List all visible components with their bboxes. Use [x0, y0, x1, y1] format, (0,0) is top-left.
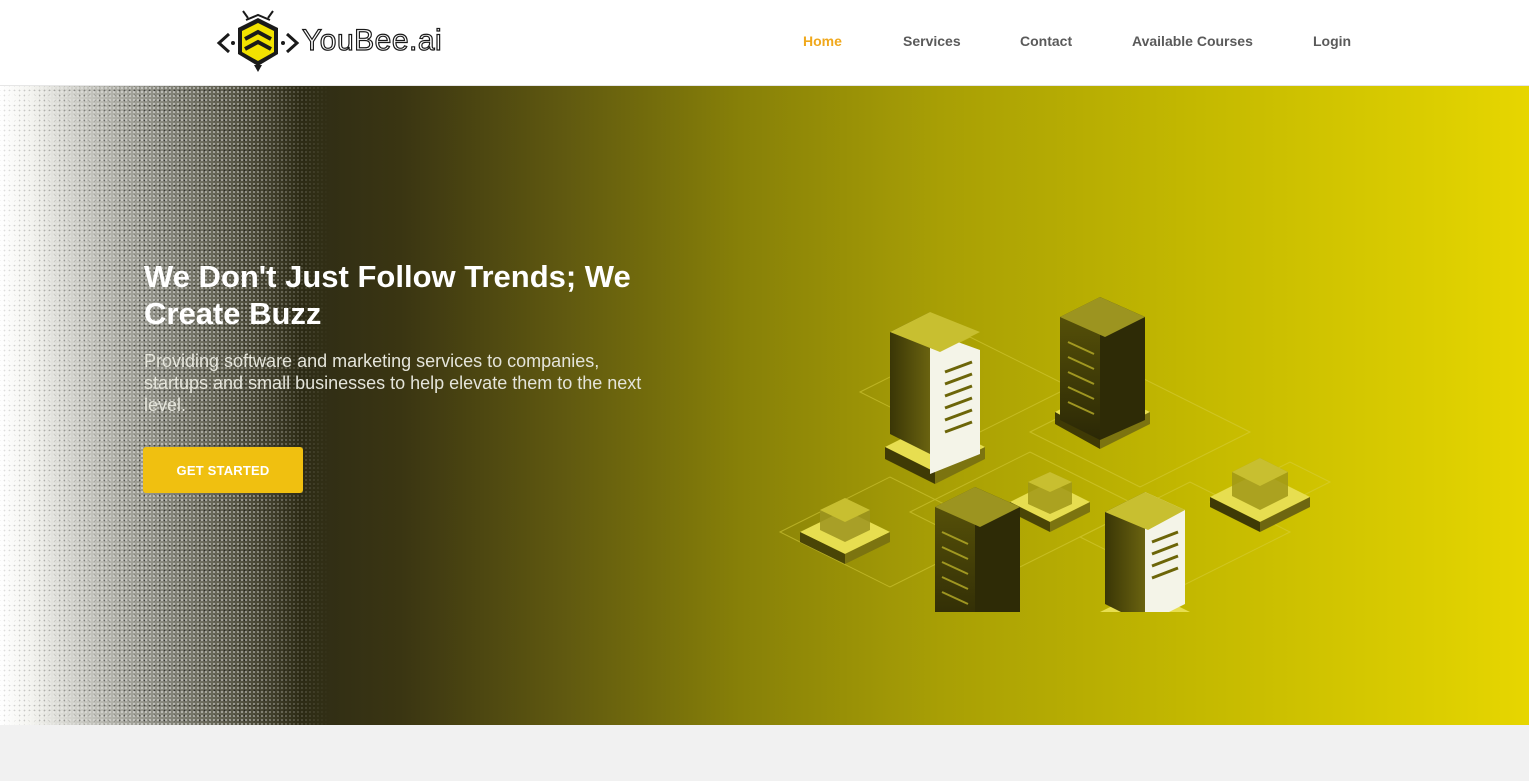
- server-white-1: [885, 312, 985, 484]
- below-hero-strip: [0, 725, 1529, 781]
- nav-login[interactable]: Login: [1313, 33, 1351, 49]
- hero-title: We Don't Just Follow Trends; We Create B…: [144, 259, 631, 331]
- get-started-button[interactable]: GET STARTED: [143, 447, 303, 493]
- hero-subtitle: Providing software and marketing service…: [144, 351, 642, 415]
- server-dark-2: [935, 487, 1020, 612]
- cube-right: [1210, 458, 1310, 532]
- isometric-servers-illustration: [778, 297, 1332, 612]
- nav-contact[interactable]: Contact: [1020, 33, 1072, 49]
- nav-services[interactable]: Services: [903, 33, 961, 49]
- nav-home[interactable]: Home: [803, 33, 842, 49]
- cube-middle: [1010, 472, 1090, 532]
- brand-name: YouBee.ai: [301, 23, 443, 57]
- site-header: YouBee.ai Home Services Contact Availabl…: [0, 0, 1529, 86]
- cube-left: [800, 498, 890, 564]
- hero-section: We Don't Just Follow Trends; We Create B…: [0, 86, 1529, 725]
- brand-logo[interactable]: YouBee.ai: [216, 8, 442, 74]
- bee-logo-icon: [216, 10, 300, 72]
- server-dark-1: [1055, 297, 1150, 449]
- server-white-2: [1100, 492, 1190, 612]
- nav-available-courses[interactable]: Available Courses: [1132, 33, 1253, 49]
